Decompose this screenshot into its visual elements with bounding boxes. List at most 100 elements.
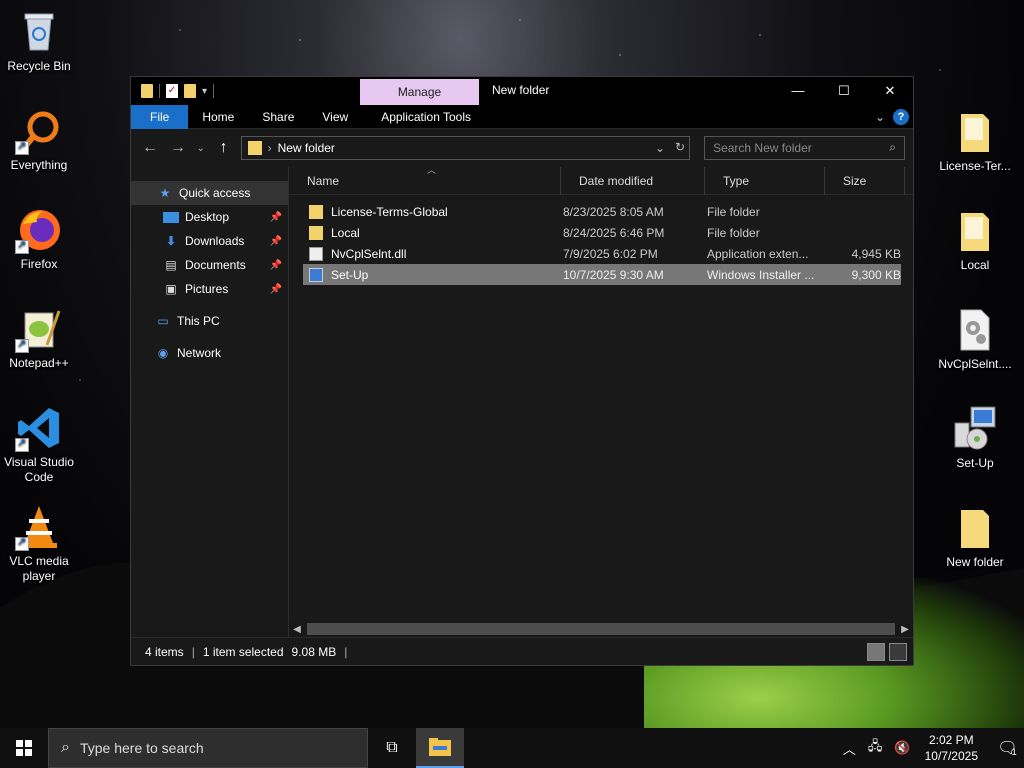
details-view-button[interactable] — [867, 643, 885, 661]
ribbon-tabs: File Home Share View Application Tools ⌄… — [131, 104, 913, 129]
firefox-icon — [15, 206, 63, 254]
file-name: Set-Up — [331, 267, 369, 282]
column-header-date-modified[interactable]: Date modified — [561, 166, 705, 195]
search-icon: ⌕ — [61, 739, 70, 756]
recent-locations-icon[interactable]: ⌄ — [195, 143, 207, 154]
file-explorer-icon — [429, 738, 451, 756]
search-input[interactable]: Search New folder ⌕ — [704, 136, 906, 160]
task-view-button[interactable]: ⧉ — [368, 739, 416, 757]
taskbar-file-explorer-button[interactable] — [416, 728, 464, 768]
shortcut-arrow-icon — [15, 139, 29, 155]
column-header-type[interactable]: Type — [705, 166, 825, 195]
desktop-icon-label: Set-Up — [956, 456, 994, 470]
divider — [159, 84, 160, 98]
file-row[interactable]: Local 8/24/2025 6:46 PM File folder — [303, 222, 901, 243]
taskbar-search-box[interactable]: ⌕ Type here to search — [48, 728, 368, 768]
desktop-icon-recycle-bin[interactable]: Recycle Bin — [1, 8, 77, 74]
desktop-icon-new-folder[interactable]: New folder — [937, 504, 1013, 570]
tab-application-tools[interactable]: Application Tools — [366, 105, 486, 129]
pin-icon[interactable]: 📌 — [270, 284, 282, 295]
start-button[interactable] — [0, 728, 48, 768]
refresh-icon[interactable]: ↻ — [675, 140, 685, 154]
desktop-icon-firefox[interactable]: Firefox — [1, 206, 77, 272]
pin-icon[interactable]: 📌 — [270, 212, 282, 223]
nav-item-this-pc[interactable]: ▭ This PC — [131, 309, 288, 333]
tab-home[interactable]: Home — [188, 105, 248, 129]
column-header-size[interactable]: Size — [825, 166, 905, 195]
help-icon[interactable]: ? — [893, 109, 909, 125]
desktop-icon-label: Recycle Bin — [7, 59, 71, 73]
desktop-icon-label: Notepad++ — [9, 356, 69, 370]
show-hidden-icons-button[interactable]: ︿ — [843, 739, 856, 758]
properties-icon[interactable]: ✓ — [166, 84, 178, 98]
desktop-icon-vlc[interactable]: VLC media player — [1, 503, 77, 584]
scroll-left-icon[interactable]: ◀ — [289, 624, 305, 635]
file-type: File folder — [707, 225, 760, 240]
tab-share[interactable]: Share — [248, 105, 308, 129]
nav-item-pictures[interactable]: ▣ Pictures 📌 — [131, 277, 288, 301]
desktop-icon-license-terms[interactable]: License-Ter... — [937, 108, 1013, 174]
file-row[interactable]: License-Terms-Global 8/23/2025 8:05 AM F… — [303, 201, 901, 222]
installer-icon — [309, 267, 323, 282]
new-folder-icon[interactable] — [184, 84, 196, 98]
nav-item-documents[interactable]: ▤ Documents 📌 — [131, 253, 288, 277]
desktop-icon — [163, 211, 179, 223]
expand-ribbon-icon[interactable]: ⌄ — [875, 110, 885, 124]
column-header-name[interactable]: Name — [289, 166, 561, 195]
desktop-icon-notepad-plus-plus[interactable]: Notepad++ — [1, 305, 77, 371]
tab-manage[interactable]: Manage — [360, 79, 479, 106]
nav-item-desktop[interactable]: Desktop 📌 — [131, 205, 288, 229]
horizontal-scrollbar[interactable]: ◀ ▶ — [289, 621, 913, 637]
explorer-body: ★ Quick access Desktop 📌 ⬇ Downloads 📌 ▤… — [131, 165, 913, 637]
window-controls: — ☐ ✕ — [775, 77, 913, 105]
file-row[interactable]: NvCplSelnt.dll 7/9/2025 6:02 PM Applicat… — [303, 243, 901, 264]
forward-button[interactable]: → — [167, 139, 189, 157]
pin-icon[interactable]: 📌 — [270, 260, 282, 271]
pin-icon[interactable]: 📌 — [270, 236, 282, 247]
download-arrow-icon: ⬇ — [165, 234, 177, 248]
desktop-icon-vscode[interactable]: Visual Studio Code — [1, 404, 77, 485]
desktop-icon-local[interactable]: Local — [937, 207, 1013, 273]
file-row-selected[interactable]: Set-Up 10/7/2025 9:30 AM Windows Install… — [303, 264, 901, 285]
search-icon: ⌕ — [889, 140, 897, 154]
close-button[interactable]: ✕ — [867, 77, 913, 105]
address-bar[interactable]: › New folder ⌄ ↻ — [240, 136, 691, 160]
address-dropdown-icon[interactable]: ⌄ — [655, 141, 665, 155]
folder-icon — [951, 108, 999, 156]
file-name: NvCplSelnt.dll — [331, 246, 407, 261]
desktop-icon-label: License-Ter... — [939, 159, 1011, 173]
title-bar: ✓ ▾ Manage New folder — ☐ ✕ — [131, 77, 913, 106]
network-icon[interactable]: 🖧 — [868, 737, 883, 759]
up-button[interactable]: ↑ — [213, 139, 235, 157]
maximize-button[interactable]: ☐ — [821, 77, 867, 105]
volume-muted-icon[interactable]: 🔇 — [894, 740, 910, 756]
nav-item-network[interactable]: ◉ Network — [131, 341, 288, 365]
folder-icon — [309, 204, 323, 219]
nav-item-quick-access[interactable]: ★ Quick access — [131, 181, 288, 205]
desktop-icon-label: Everything — [10, 158, 68, 172]
nav-item-label: Pictures — [185, 282, 229, 296]
file-type: Application exten... — [707, 246, 809, 261]
desktop-icon-nvcplselnt[interactable]: NvCplSelnt.... — [937, 306, 1013, 372]
desktop-icon-everything[interactable]: Everything — [1, 107, 77, 173]
quick-access-toolbar: ✓ ▾ — [131, 84, 215, 98]
nav-item-label: Network — [177, 346, 222, 360]
clock[interactable]: 2:02 PM 10/7/2025 — [925, 732, 978, 764]
tab-view[interactable]: View — [308, 105, 362, 129]
dll-file-icon — [951, 306, 999, 354]
vscode-icon — [15, 404, 63, 452]
back-button[interactable]: ← — [139, 139, 161, 157]
customize-toolbar-icon[interactable]: ▾ — [202, 86, 207, 97]
desktop-icon-set-up[interactable]: Set-Up — [937, 405, 1013, 471]
nav-item-label: Downloads — [185, 234, 245, 248]
tab-file[interactable]: File — [131, 104, 189, 129]
nav-item-downloads[interactable]: ⬇ Downloads 📌 — [131, 229, 288, 253]
navigation-pane: ★ Quick access Desktop 📌 ⬇ Downloads 📌 ▤… — [131, 167, 289, 637]
large-icons-view-button[interactable] — [889, 643, 907, 661]
nav-item-label: Desktop — [185, 210, 230, 224]
scroll-thumb[interactable] — [307, 623, 895, 635]
scroll-right-icon[interactable]: ▶ — [897, 624, 913, 635]
action-center-button[interactable]: 🗨 1 — [990, 728, 1024, 768]
minimize-button[interactable]: — — [775, 77, 821, 105]
breadcrumb[interactable]: New folder — [278, 141, 335, 155]
